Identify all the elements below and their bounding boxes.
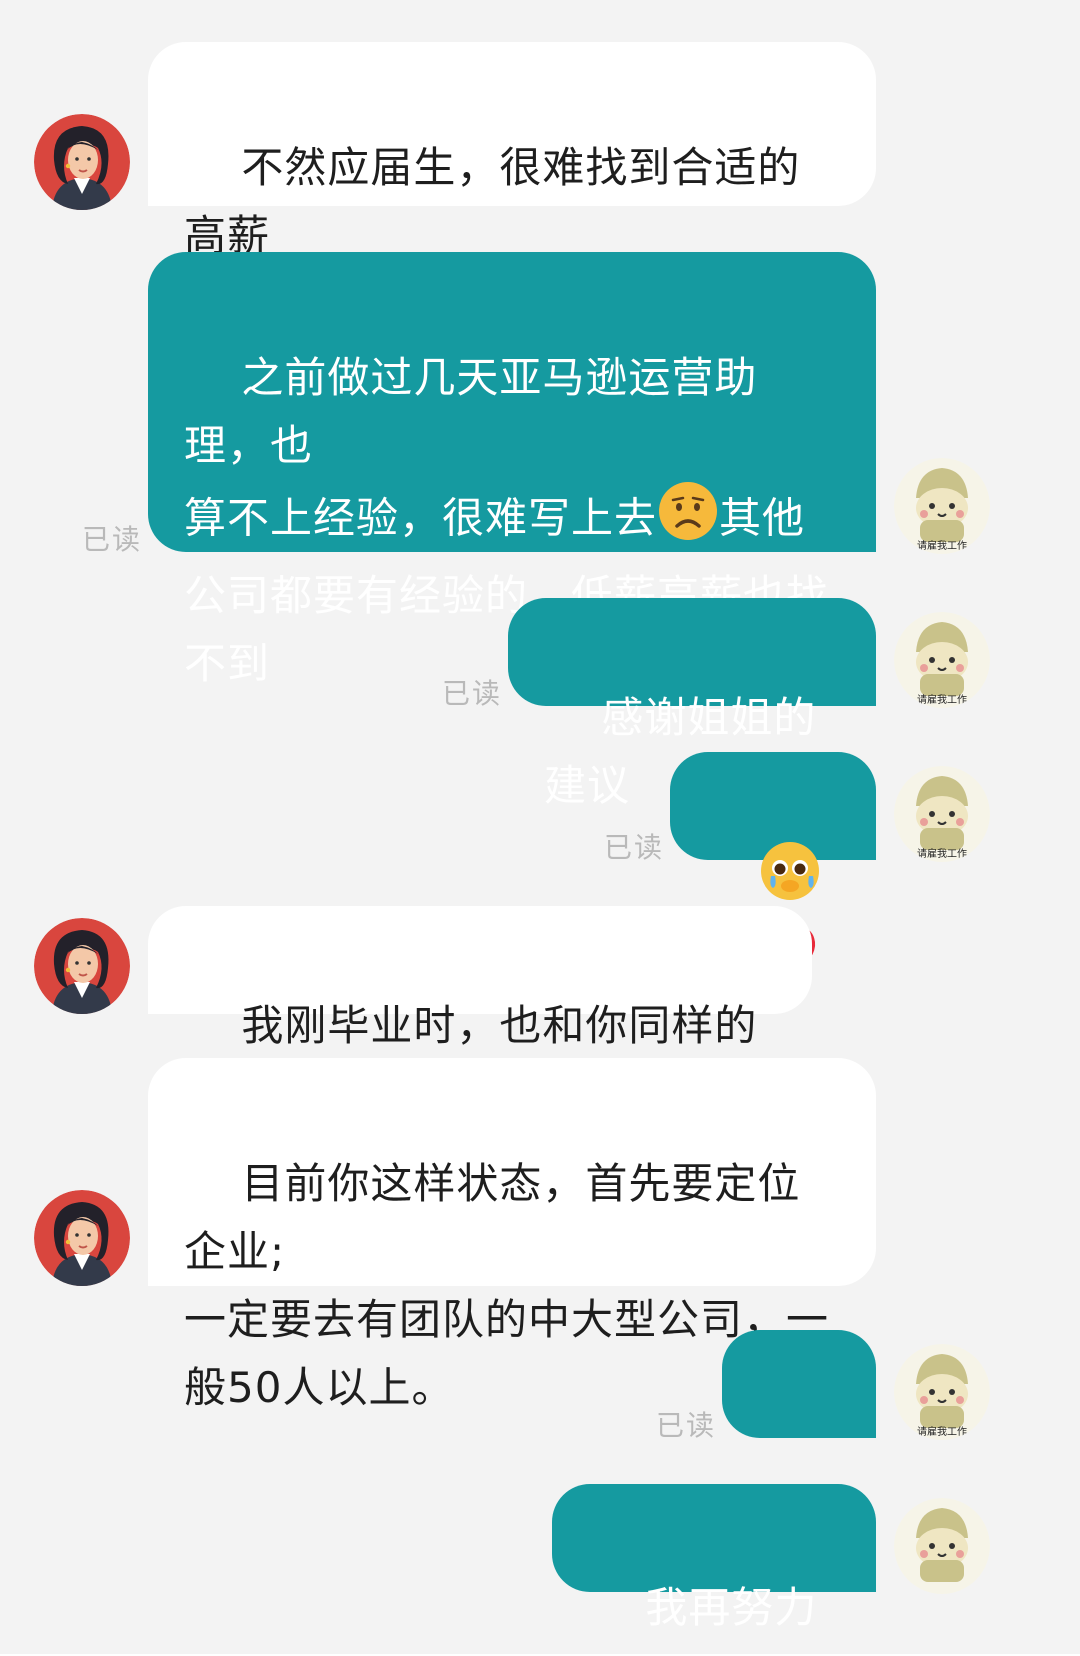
message-bubble-outgoing[interactable] [670,752,876,978]
svg-text:请雇我工作: 请雇我工作 [917,1425,967,1438]
message-bubble-outgoing[interactable]: 我再努力试试 [552,1484,876,1656]
svg-text:请雇我工作: 请雇我工作 [917,539,967,552]
message-bubble-outgoing[interactable]: 好! [722,1330,876,1542]
mascot-avatar-icon [894,1498,990,1594]
read-receipt: 已读 [604,831,665,864]
my-avatar[interactable]: 请雇我工作 [894,1344,990,1440]
my-avatar[interactable]: 请雇我工作 [894,612,990,708]
contact-avatar[interactable] [34,918,130,1014]
mascot-avatar-icon: 请雇我工作 [894,766,990,862]
message-bubble-outgoing[interactable]: 感谢姐姐的建议 [508,598,876,810]
svg-text:请雇我工作: 请雇我工作 [917,693,967,706]
read-receipt: 已读 [656,1409,717,1442]
read-receipt: 已读 [442,677,503,710]
mascot-avatar-icon: 请雇我工作 [894,1344,990,1440]
woman-avatar-icon [34,114,130,210]
chat-screen: 不然应届生，很难找到合适的高薪 工作 已读 之前做过几天亚马逊运营助理，也 算不… [0,0,1080,1656]
woman-avatar-icon [34,918,130,1014]
contact-avatar[interactable] [34,1190,130,1286]
read-receipt: 已读 [82,523,143,556]
my-avatar[interactable] [894,1498,990,1594]
my-avatar[interactable]: 请雇我工作 [894,458,990,554]
svg-text:请雇我工作: 请雇我工作 [917,847,967,860]
contact-avatar[interactable] [34,114,130,210]
mascot-avatar-icon: 请雇我工作 [894,458,990,554]
message-bubble-incoming[interactable]: 我刚毕业时，也和你同样的心情 [148,906,812,1118]
message-bubble-incoming[interactable]: 目前你这样状态，首先要定位企业; 一定要去有团队的中大型公司，一 般50人以上。 [148,1058,876,1412]
woman-avatar-icon [34,1190,130,1286]
sad-face-icon [657,480,719,562]
my-avatar[interactable]: 请雇我工作 [894,766,990,862]
message-text: 我再努力试试 [588,1583,818,1656]
message-bubble-outgoing[interactable]: 之前做过几天亚马逊运营助理，也 算不上经验，很难写上去 其他 公司都要有经验的，低… [148,252,876,688]
message-bubble-incoming[interactable]: 不然应届生，很难找到合适的高薪 工作 [148,42,876,328]
mascot-avatar-icon: 请雇我工作 [894,612,990,708]
